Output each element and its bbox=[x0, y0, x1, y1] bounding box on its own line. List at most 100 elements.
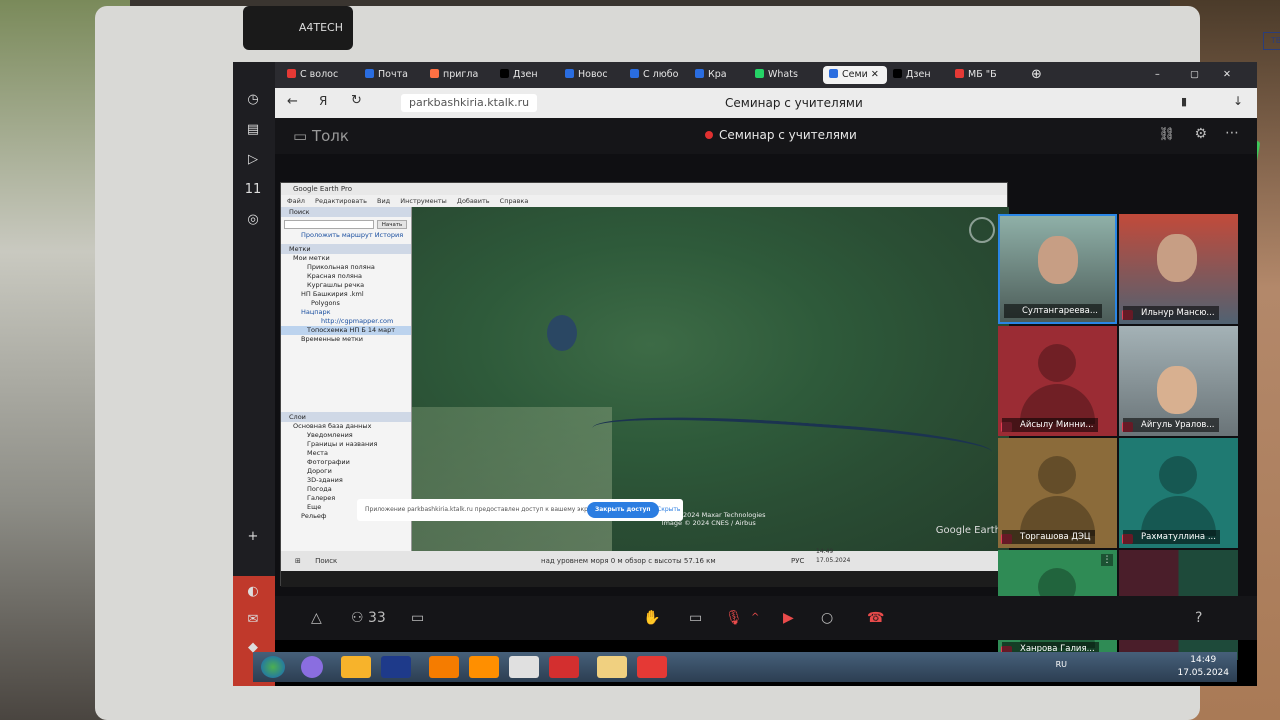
stop-sharing-button[interactable]: Закрыть доступ bbox=[587, 502, 659, 518]
ge-place[interactable]: НП Башкирия .kml bbox=[281, 290, 411, 299]
ge-menu-item[interactable]: Инструменты bbox=[400, 197, 447, 205]
new-tab-icon[interactable]: ⊕ bbox=[1031, 66, 1047, 84]
firefox-icon[interactable] bbox=[429, 656, 459, 678]
ge-layer[interactable]: Дороги bbox=[281, 467, 411, 476]
ge-layer[interactable]: Фотографии bbox=[281, 458, 411, 467]
chat-icon[interactable]: ▭ bbox=[411, 608, 424, 628]
vlc-icon[interactable] bbox=[469, 656, 499, 678]
participants-button[interactable]: ⚇ 33 bbox=[351, 608, 386, 628]
ge-place[interactable]: Мои метки bbox=[281, 254, 411, 263]
yandex-icon[interactable]: Я bbox=[319, 94, 327, 108]
photoshop-icon[interactable] bbox=[381, 656, 411, 678]
ge-place[interactable]: Кургашлы речка bbox=[281, 281, 411, 290]
ge-layer[interactable]: Границы и названия bbox=[281, 440, 411, 449]
chevron-up-icon[interactable]: ^ bbox=[751, 608, 759, 628]
ge-layer[interactable]: Места bbox=[281, 449, 411, 458]
ge-search-button[interactable]: Начать bbox=[377, 220, 407, 229]
input-language[interactable]: RU bbox=[1056, 660, 1067, 669]
ge-layer[interactable]: Погода bbox=[281, 485, 411, 494]
history-icon[interactable]: ◷ bbox=[243, 90, 263, 110]
participant-name: Рахматуллина ... bbox=[1123, 530, 1220, 544]
alice-icon[interactable] bbox=[301, 656, 323, 678]
tab[interactable]: МБ "Б bbox=[955, 66, 1025, 84]
maximize-icon[interactable]: ▢ bbox=[1190, 66, 1206, 84]
ge-place[interactable]: Прикольная поляна bbox=[281, 263, 411, 272]
participant-tile[interactable]: Айгуль Уралов... bbox=[1119, 326, 1238, 436]
ge-search-row: Начать bbox=[281, 217, 411, 231]
participant-tile[interactable]: Рахматуллина ... bbox=[1119, 438, 1238, 548]
camera-icon[interactable]: ◎ bbox=[243, 210, 263, 230]
ge-place-link[interactable]: http://cgpmapper.com bbox=[281, 317, 411, 326]
bookmark-icon[interactable]: ▮ bbox=[1181, 95, 1187, 108]
ge-place[interactable]: Polygons bbox=[281, 299, 411, 308]
tab[interactable]: С любо bbox=[630, 66, 690, 84]
ge-layer[interactable]: Основная база данных bbox=[281, 422, 411, 431]
tab[interactable]: пригла bbox=[430, 66, 500, 84]
minimize-icon[interactable]: – bbox=[1155, 66, 1171, 84]
record-icon[interactable]: ○ bbox=[821, 608, 833, 628]
presentation-icon[interactable] bbox=[637, 656, 667, 678]
tab-active[interactable]: Семи ✕ bbox=[823, 66, 887, 84]
ge-route-link[interactable]: Проложить маршрут bbox=[301, 231, 373, 239]
ge-place[interactable]: Временные метки bbox=[281, 335, 411, 344]
link-icon[interactable]: ⛓ bbox=[1158, 127, 1175, 142]
tab[interactable]: Почта bbox=[365, 66, 425, 84]
tab[interactable]: С волос bbox=[287, 66, 357, 84]
ge-menu-item[interactable]: Редактировать bbox=[315, 197, 367, 205]
ge-menu-item[interactable]: Файл bbox=[287, 197, 305, 205]
participant-tile[interactable]: Айсылу Минни... bbox=[998, 326, 1117, 436]
ge-place[interactable]: Нацпарк bbox=[281, 308, 411, 317]
tab[interactable]: Дзен bbox=[893, 66, 953, 84]
help-icon[interactable]: ? bbox=[1195, 608, 1202, 628]
shapes-icon[interactable]: △ bbox=[311, 608, 322, 628]
media-player-icon[interactable] bbox=[341, 656, 371, 678]
url-field[interactable]: parkbashkiria.ktalk.ru bbox=[401, 94, 538, 112]
ge-menu-item[interactable]: Добавить bbox=[457, 197, 490, 205]
ge-place[interactable]: Красная поляна bbox=[281, 272, 411, 281]
mic-off-icon[interactable]: 🎙 bbox=[725, 608, 743, 628]
reload-icon[interactable]: ↻ bbox=[351, 93, 362, 108]
ge-place-selected[interactable]: Топосхемка НП Б 14 март bbox=[281, 326, 411, 335]
download-icon[interactable]: ↓ bbox=[1233, 94, 1243, 108]
system-clock[interactable]: 14:49 17.05.2024 bbox=[1177, 654, 1229, 680]
hide-notice-link[interactable]: Скрыть bbox=[657, 499, 680, 521]
close-icon[interactable]: ✕ bbox=[1223, 66, 1239, 84]
hang-up-icon[interactable]: ☎ bbox=[867, 608, 884, 628]
camera-off-icon[interactable]: ▶ bbox=[783, 608, 794, 628]
windows-icon[interactable]: ⊞ bbox=[295, 557, 301, 565]
raise-hand-icon[interactable]: ✋ bbox=[643, 608, 660, 628]
screen-share-icon[interactable]: ▭ bbox=[689, 608, 702, 628]
tab[interactable]: Whats bbox=[755, 66, 815, 84]
calendar-icon[interactable]: 11 bbox=[243, 180, 263, 200]
add-icon[interactable]: + bbox=[243, 527, 263, 547]
alice-icon[interactable]: ◐ bbox=[243, 582, 263, 602]
tab[interactable]: Новос bbox=[565, 66, 625, 84]
notes-icon[interactable]: ▤ bbox=[243, 120, 263, 140]
tile-menu-icon[interactable]: ⋮ bbox=[1101, 554, 1113, 566]
participant-tile[interactable]: Ильнур Мансю... bbox=[1119, 214, 1238, 324]
ge-history-link[interactable]: История bbox=[375, 231, 403, 239]
more-icon[interactable]: ⋯ bbox=[1225, 125, 1239, 141]
tab[interactable]: Кра bbox=[695, 66, 750, 84]
start-button[interactable] bbox=[261, 656, 285, 678]
yandex-browser-icon[interactable] bbox=[549, 656, 579, 678]
back-icon[interactable]: ← bbox=[287, 94, 298, 109]
mail-icon[interactable]: ✉ bbox=[243, 610, 263, 630]
taskbar-search[interactable]: Поиск bbox=[315, 557, 337, 565]
compass-icon[interactable] bbox=[969, 217, 995, 243]
participant-tile[interactable]: Торгашова ДЭЦ bbox=[998, 438, 1117, 548]
gear-icon[interactable]: ⚙ bbox=[1194, 126, 1207, 142]
ge-search-input[interactable] bbox=[284, 220, 374, 229]
meeting-title: Семинар с учителями bbox=[705, 128, 857, 142]
ge-menu-item[interactable]: Вид bbox=[377, 197, 390, 205]
play-icon[interactable]: ▷ bbox=[243, 150, 263, 170]
ge-layer[interactable]: 3D-здания bbox=[281, 476, 411, 485]
explorer-icon[interactable] bbox=[597, 656, 627, 678]
yandex-icon[interactable] bbox=[509, 656, 539, 678]
participant-tile[interactable]: Султангареева... bbox=[998, 214, 1117, 324]
ge-menu-item[interactable]: Справка bbox=[500, 197, 529, 205]
ge-layer[interactable]: Уведомления bbox=[281, 431, 411, 440]
ge-window-title: Google Earth Pro bbox=[281, 183, 1007, 195]
participant-video bbox=[1038, 236, 1078, 284]
tab[interactable]: Дзен bbox=[500, 66, 560, 84]
